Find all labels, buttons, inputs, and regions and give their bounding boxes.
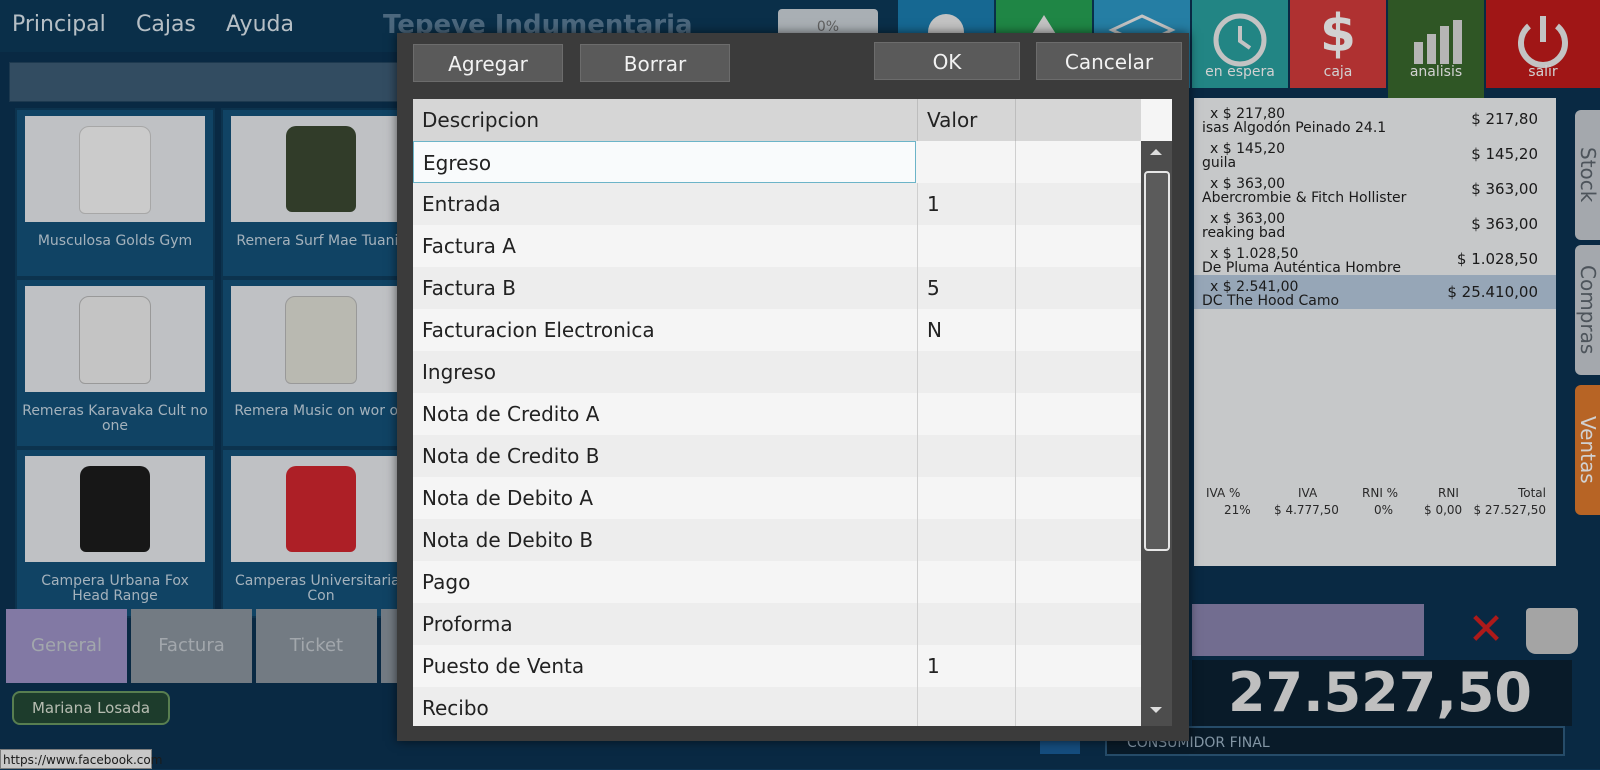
table-row[interactable]: Ingreso — [413, 351, 1158, 393]
column-descripcion[interactable]: Descripcion — [413, 99, 918, 141]
table-row[interactable]: Nota de Debito A — [413, 477, 1158, 519]
table-row[interactable]: Entrada 1 — [413, 183, 1158, 225]
cell-descripcion[interactable]: Puesto de Venta — [413, 645, 918, 687]
parameters-dialog: Agregar Borrar OK Cancelar Descripcion V… — [397, 33, 1189, 741]
cell-valor[interactable]: 1 — [918, 645, 1016, 687]
cell-valor[interactable] — [918, 477, 1016, 519]
vertical-scrollbar[interactable] — [1141, 141, 1172, 726]
scrollbar-corner — [1141, 99, 1172, 141]
table-row[interactable]: Nota de Credito A — [413, 393, 1158, 435]
cell-descripcion[interactable]: Nota de Debito B — [413, 519, 918, 561]
agregar-button[interactable]: Agregar — [413, 44, 563, 82]
cell-valor[interactable] — [918, 519, 1016, 561]
table-row[interactable]: Factura B5 — [413, 267, 1158, 309]
cell-valor[interactable] — [918, 225, 1016, 267]
cell-valor[interactable] — [918, 351, 1016, 393]
table-row[interactable]: Factura A — [413, 225, 1158, 267]
cell-descripcion[interactable]: Factura A — [413, 225, 918, 267]
cell-valor[interactable] — [918, 393, 1016, 435]
cell-descripcion[interactable]: Ingreso — [413, 351, 918, 393]
cancelar-button[interactable]: Cancelar — [1036, 42, 1182, 80]
table-row[interactable]: Pago — [413, 561, 1158, 603]
cell-descripcion[interactable]: Pago — [413, 561, 918, 603]
table-row[interactable]: Proforma — [413, 603, 1158, 645]
cell-valor[interactable]: 1 — [918, 183, 1016, 225]
cell-descripcion[interactable]: Recibo — [413, 687, 918, 726]
cell-descripcion[interactable]: Facturacion Electronica — [413, 309, 918, 351]
cell-descripcion[interactable]: Nota de Credito A — [413, 393, 918, 435]
parameters-table: Descripcion Valor Egreso Entrada 1 Factur… — [413, 99, 1158, 726]
column-valor[interactable]: Valor — [918, 99, 1016, 141]
table-row[interactable]: Facturacion Electronica N — [413, 309, 1158, 351]
table-row[interactable]: Puesto de Venta 1 — [413, 645, 1158, 687]
borrar-button[interactable]: Borrar — [580, 44, 730, 82]
cell-descripcion[interactable]: Entrada — [413, 183, 918, 225]
cell-descripcion[interactable]: Factura B — [413, 267, 918, 309]
table-header: Descripcion Valor — [413, 99, 1158, 141]
table-row[interactable]: Recibo — [413, 687, 1158, 726]
cell-descripcion[interactable]: Egreso — [413, 141, 916, 183]
scroll-up-icon[interactable] — [1150, 149, 1162, 155]
cell-valor[interactable] — [918, 687, 1016, 726]
cell-valor[interactable] — [918, 141, 1016, 183]
cell-descripcion[interactable]: Nota de Credito B — [413, 435, 918, 477]
cell-valor[interactable]: 5 — [918, 267, 1016, 309]
cell-descripcion[interactable]: Proforma — [413, 603, 918, 645]
cell-descripcion[interactable]: Nota de Debito A — [413, 477, 918, 519]
cell-valor[interactable] — [918, 435, 1016, 477]
scroll-down-icon[interactable] — [1150, 707, 1162, 713]
cell-valor[interactable] — [918, 603, 1016, 645]
ok-button[interactable]: OK — [874, 42, 1020, 80]
cell-valor[interactable]: N — [918, 309, 1016, 351]
table-row[interactable]: Nota de Debito B — [413, 519, 1158, 561]
cell-valor[interactable] — [918, 561, 1016, 603]
table-row[interactable]: Nota de Credito B — [413, 435, 1158, 477]
scrollbar-thumb[interactable] — [1144, 171, 1170, 551]
table-row[interactable]: Egreso — [413, 141, 1158, 183]
column-empty — [1016, 99, 1158, 141]
